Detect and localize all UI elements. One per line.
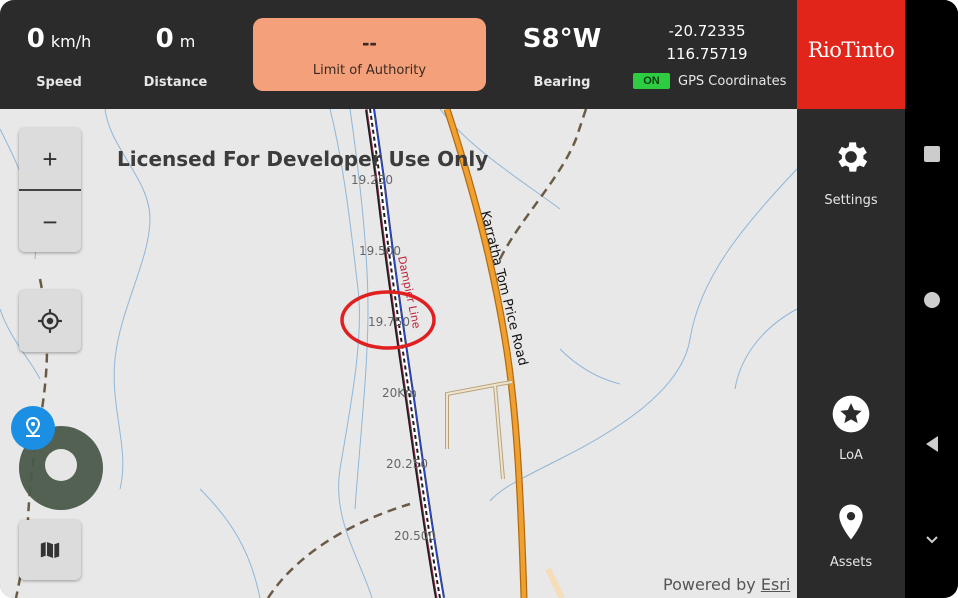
- attribution-prefix: Powered by: [663, 575, 761, 594]
- sidebar-item-loa[interactable]: LoA: [797, 394, 905, 464]
- recents-button[interactable]: [924, 146, 940, 162]
- brand-logo: RioTinto: [797, 0, 905, 109]
- gps-label: GPS Coordinates: [678, 74, 787, 89]
- loa-label: Limit of Authority: [312, 63, 427, 78]
- star-circle-icon: [832, 395, 870, 433]
- sidebar-item-label: Settings: [824, 193, 878, 208]
- bearing-label: Bearing: [533, 75, 591, 90]
- brand-name: RioTinto: [807, 38, 895, 62]
- speed-unit: km/h: [50, 32, 92, 51]
- km-marker: 19.500: [359, 244, 401, 258]
- sidebar-item-settings[interactable]: Settings: [797, 137, 905, 217]
- status-bar: 0 km/h Speed 0m Distance -- Limit of Auth…: [0, 0, 797, 109]
- distance-value: 0m: [155, 24, 196, 54]
- license-watermark: Licensed For Developer Use Only: [117, 147, 489, 171]
- km-marker: 19.750: [368, 315, 410, 329]
- speed-value: 0 km/h: [26, 24, 92, 54]
- basemap-button[interactable]: [19, 520, 81, 580]
- loa-value: --: [362, 30, 377, 55]
- locate-button[interactable]: [19, 290, 81, 352]
- gps-latitude: -20.72335: [668, 22, 746, 40]
- crosshair-icon: [38, 309, 62, 333]
- limit-of-authority-panel[interactable]: -- Limit of Authority: [253, 18, 486, 91]
- zoom-controls: + −: [19, 128, 81, 252]
- gear-icon: [838, 142, 868, 172]
- map-canvas: 19.250 19.500 19.750 20Km 20.250 20.500 …: [0, 109, 797, 598]
- location-pin-icon: [839, 504, 863, 540]
- chevron-down-icon[interactable]: [925, 535, 939, 545]
- app-screen: 19.250 19.500 19.750 20Km 20.250 20.500 …: [0, 0, 905, 598]
- km-marker: 19.250: [351, 173, 393, 187]
- zoom-out-button[interactable]: −: [19, 191, 81, 253]
- device-frame: 19.250 19.500 19.750 20Km 20.250 20.500 …: [0, 0, 958, 598]
- map-view[interactable]: 19.250 19.500 19.750 20Km 20.250 20.500 …: [0, 109, 797, 598]
- km-marker: 20.500: [394, 529, 436, 543]
- km-marker: 20.250: [386, 457, 428, 471]
- home-button[interactable]: [924, 292, 940, 308]
- bearing-value: S8°W: [522, 24, 602, 54]
- zoom-in-button[interactable]: +: [19, 128, 81, 190]
- side-menu: Settings LoA Assets: [797, 109, 905, 598]
- map-marker-icon: [25, 417, 41, 437]
- map-attribution: Powered by Esri: [663, 575, 790, 594]
- gps-status-badge: ON: [633, 73, 670, 89]
- sidebar-item-label: Assets: [829, 555, 873, 570]
- navigate-to-location-button[interactable]: [11, 406, 55, 450]
- esri-link[interactable]: Esri: [761, 575, 790, 594]
- distance-unit: m: [179, 32, 196, 51]
- sidebar-item-assets[interactable]: Assets: [797, 502, 905, 572]
- sidebar-item-label: LoA: [839, 448, 863, 463]
- map-icon: [40, 541, 60, 559]
- system-navigation-bar: [905, 0, 958, 598]
- joystick-knob[interactable]: [45, 449, 77, 481]
- distance-label: Distance: [143, 75, 208, 90]
- back-button[interactable]: [924, 435, 940, 453]
- gps-longitude: 116.75719: [666, 45, 748, 63]
- speed-label: Speed: [36, 75, 82, 90]
- km-marker: 20Km: [382, 386, 417, 400]
